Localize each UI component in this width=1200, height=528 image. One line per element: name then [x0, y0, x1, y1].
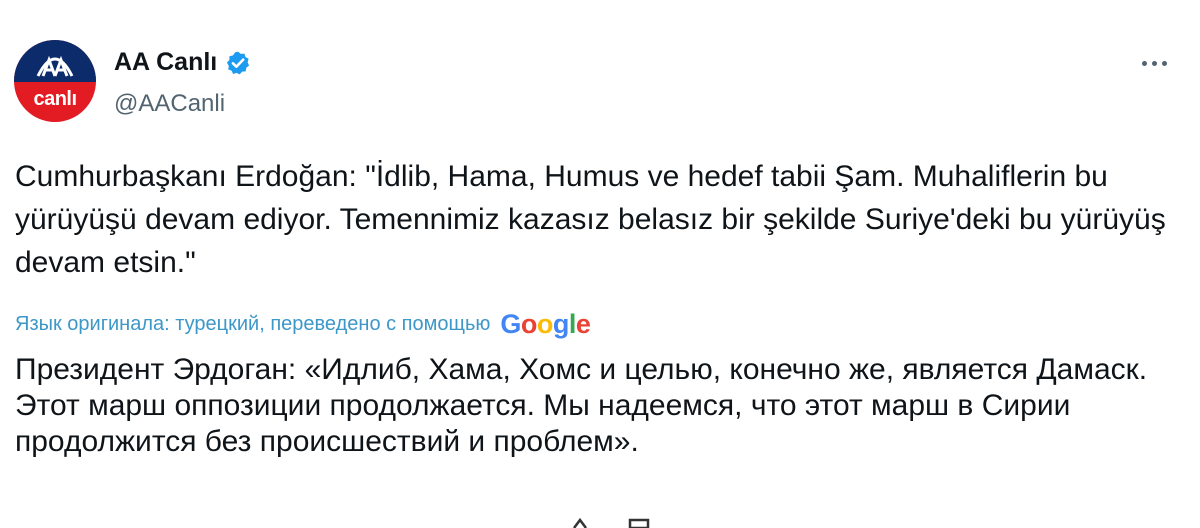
- display-name[interactable]: AA Canlı: [114, 48, 251, 77]
- more-options-icon[interactable]: [1130, 48, 1178, 78]
- google-logo: Google: [500, 309, 591, 339]
- display-name-text: AA Canlı: [114, 48, 218, 76]
- tweet-card: canlı AA Canlı @AACanli Cumhurbaşkanı Er…: [0, 0, 1200, 528]
- avatar[interactable]: canlı: [14, 40, 96, 122]
- aa-logo-icon: [36, 55, 74, 77]
- translated-text: Президент Эрдоган: «Идлиб, Хама, Хомс и …: [15, 353, 1148, 458]
- avatar-text: canlı: [33, 88, 77, 110]
- user-handle[interactable]: @AACanli: [114, 90, 225, 118]
- translation-note[interactable]: Язык оригинала: турецкий, переведено с п…: [15, 309, 591, 340]
- tweet-text: Cumhurbaşkanı Erdoğan: "İdlib, Hama, Hum…: [15, 160, 1166, 279]
- verified-badge-icon: [227, 51, 250, 74]
- action-bar-partial: [573, 517, 650, 528]
- translation-note-text: Язык оригинала: турецкий, переведено с п…: [15, 313, 491, 335]
